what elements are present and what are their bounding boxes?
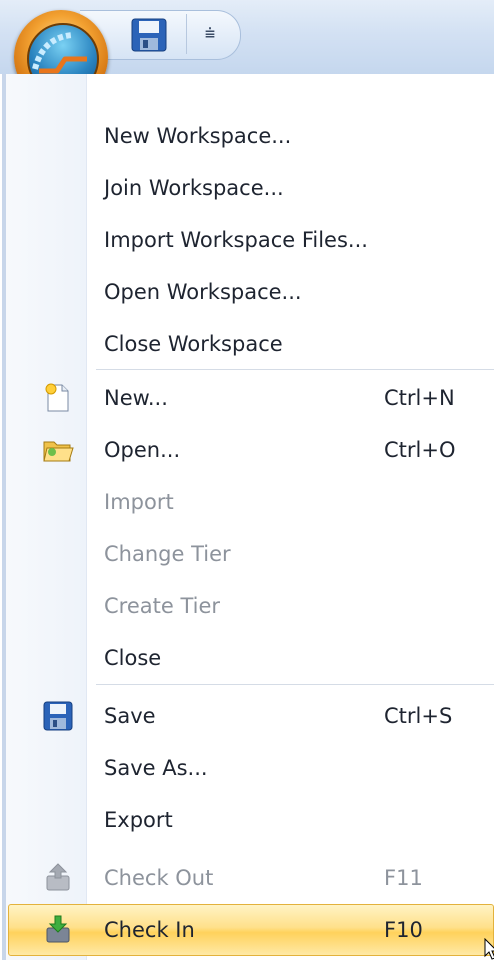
check-in-icon [42,914,74,946]
menu-separator [96,684,494,686]
menu-item-join-workspace[interactable]: Join Workspace... [8,162,494,214]
menu-item-create-tier: Create Tier [8,580,494,632]
menu-item-label: Open Workspace... [104,280,302,304]
menu-item-shortcut: Ctrl+S [384,704,453,728]
menu-item-label: Save As... [104,756,208,780]
menu-item-close-workspace[interactable]: Close Workspace [8,318,494,370]
save-icon [42,700,74,732]
customize-toolbar-icon[interactable]: ⩧ [200,22,220,46]
menu-separator [96,369,494,371]
menu-item-shortcut: F10 [384,918,423,942]
menu-item-label: New Workspace... [104,124,292,148]
save-icon[interactable] [130,18,168,52]
menu-item-label: Export [104,808,173,832]
check-out-icon [42,862,74,894]
menu-item-label: Close [104,646,162,670]
menu-item-import-workspace-files[interactable]: Import Workspace Files... [8,214,494,266]
menu-item-label: Join Workspace... [104,176,284,200]
menu-item-label: Create Tier [104,594,221,618]
menu-item-check-in[interactable]: Check In F10 [8,904,494,956]
menu-item-close[interactable]: Close [8,632,494,684]
menu-item-save-as[interactable]: Save As... [8,742,494,794]
menu-item-shortcut: Ctrl+N [384,386,455,410]
new-document-icon [42,382,74,414]
menu-item-change-tier: Change Tier [8,528,494,580]
menu-item-save[interactable]: Save Ctrl+S [8,690,494,742]
menu-item-label: Open... [104,438,181,462]
menu-item-check-out: Check Out F11 [8,852,494,904]
customize-toolbar-glyph: ⩧ [204,23,216,44]
menu-item-new[interactable]: New... Ctrl+N [8,372,494,424]
menu-item-export[interactable]: Export [8,794,494,846]
menu-item-new-workspace[interactable]: New Workspace... [8,110,494,162]
menu-item-label: Check In [104,918,195,942]
menu-item-label: Import [104,490,174,514]
menu-item-shortcut: Ctrl+O [384,438,456,462]
menu-item-shortcut: F11 [384,866,423,890]
menu-item-label: Import Workspace Files... [104,228,368,252]
mouse-pointer-icon [484,937,494,960]
menu-item-label: New... [104,386,168,410]
menu-item-label: Check Out [104,866,214,890]
menu-item-open[interactable]: Open... Ctrl+O [8,424,494,476]
menu-item-label: Save [104,704,156,728]
menu-item-open-workspace[interactable]: Open Workspace... [8,266,494,318]
toolbar-separator [186,14,187,54]
menu-item-import: Import [8,476,494,528]
menu-item-label: Close Workspace [104,332,283,356]
menu-item-label: Change Tier [104,542,231,566]
open-folder-icon [42,434,74,466]
